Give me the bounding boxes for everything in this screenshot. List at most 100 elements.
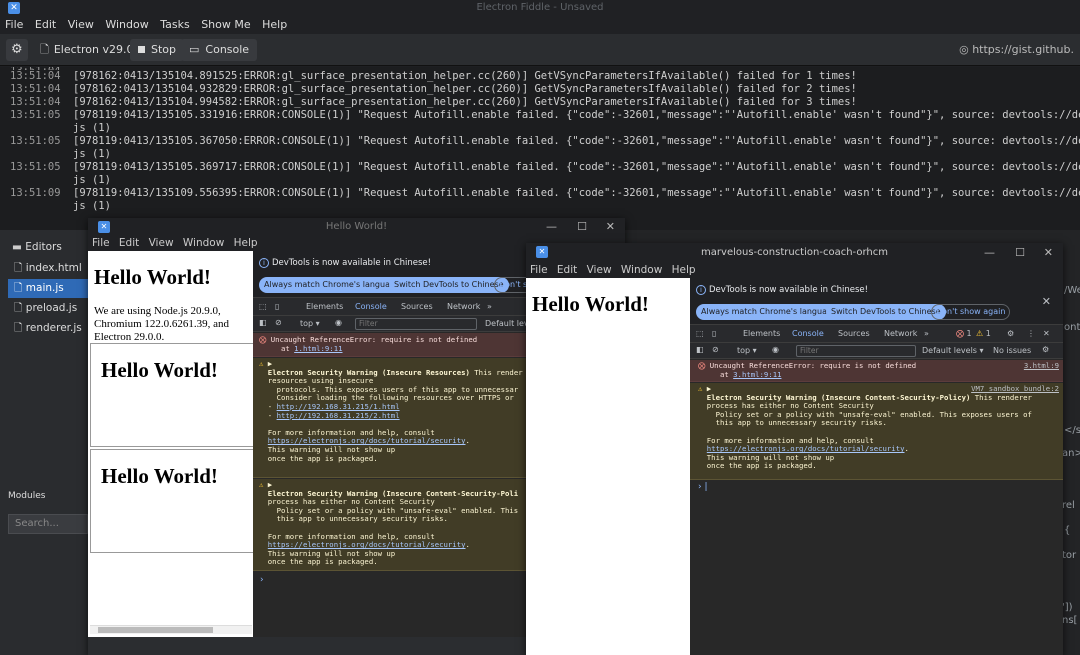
context-label: top	[300, 319, 314, 328]
module-search-input[interactable]: Search...	[8, 514, 88, 534]
always-match-button[interactable]: Always match Chrome's language	[696, 304, 842, 320]
dont-show-button[interactable]: Don't show again	[931, 304, 1011, 320]
console-prompt[interactable]: ›	[260, 575, 264, 585]
minimize-icon[interactable]: —	[984, 243, 995, 263]
menu-view[interactable]: View	[587, 264, 612, 276]
menu-help[interactable]: Help	[672, 264, 696, 276]
devtools-info: i DevTools is now available in Chinese!	[696, 285, 868, 295]
maximize-icon[interactable]: ☐	[577, 218, 587, 236]
orhcm-window: ✕ marvelous-construction-coach-orhcm — ☐…	[526, 243, 1063, 655]
device-toolbar-icon[interactable]: ▯	[712, 325, 716, 343]
sidebar-toggle-icon[interactable]: ◧	[696, 345, 704, 354]
tab-sources[interactable]: Sources	[838, 325, 870, 343]
switch-chinese-button[interactable]: Switch DevTools to Chinese	[826, 304, 946, 320]
more-tabs-icon[interactable]: »	[924, 325, 929, 343]
error-source-link[interactable]: 3.html:9:11	[733, 370, 781, 379]
warning-count-badge[interactable]: ⚠ 1	[976, 325, 991, 343]
error-source[interactable]: 3.html:9	[1024, 361, 1059, 371]
menu-window[interactable]: Window	[183, 237, 224, 249]
tab-sources[interactable]: Sources	[401, 298, 433, 316]
maximize-icon[interactable]: ☐	[1015, 243, 1025, 263]
sidebar-item-renderer-js[interactable]: 🗋 renderer.js	[8, 319, 88, 338]
context-selector[interactable]: top ▾	[737, 346, 757, 355]
gist-url-display[interactable]: ◎ https://gist.github.	[959, 40, 1074, 60]
menu-window[interactable]: Window	[621, 264, 662, 276]
log-text: [978162:0413/135104.932829:ERROR:gl_surf…	[73, 83, 857, 95]
output-console[interactable]: 13:51:04 13:51:04 [978162:0413/135104.891…	[0, 67, 1080, 230]
minimize-icon[interactable]: —	[546, 218, 557, 236]
kebab-menu-icon[interactable]: ⋮	[1027, 325, 1035, 343]
file-icon: 🗋	[40, 43, 49, 56]
error-count-badge[interactable]: ⨂ 1	[956, 325, 972, 343]
error-source-link[interactable]: 1.html:9:11	[294, 344, 342, 353]
log-row: 13:51:04 [978162:0413/135104.891525:ERROR…	[0, 70, 1080, 83]
error-icon: ⨂	[956, 329, 964, 338]
clear-console-icon[interactable]: ⊘	[712, 345, 719, 354]
settings-button[interactable]: ⚙	[6, 39, 28, 61]
menu-edit[interactable]: Edit	[35, 18, 56, 31]
info-icon: i	[696, 285, 706, 295]
menu-help[interactable]: Help	[234, 237, 258, 249]
console-label: Console	[205, 43, 250, 56]
close-devtools-icon[interactable]: ✕	[1043, 325, 1050, 343]
search-placeholder: Search...	[15, 518, 59, 529]
settings-gear-icon[interactable]: ⚙	[1007, 325, 1014, 343]
log-levels-dropdown[interactable]: Default levels ▾	[922, 346, 984, 355]
device-toolbar-icon[interactable]: ▯	[275, 298, 279, 316]
close-icon[interactable]: ✕	[1044, 243, 1053, 263]
clear-console-icon[interactable]: ⊘	[275, 318, 282, 327]
sidebar-item-index-html[interactable]: 🗋 index.html	[8, 259, 88, 278]
eye-icon[interactable]: ◉	[772, 345, 779, 354]
menu-file[interactable]: File	[5, 18, 23, 31]
editor-fragment: '])	[1062, 602, 1073, 613]
switch-chinese-button[interactable]: Switch DevTools to Chinese	[389, 277, 509, 293]
menu-edit[interactable]: Edit	[557, 264, 577, 276]
menu-view[interactable]: View	[68, 18, 94, 31]
stop-button[interactable]: Stop	[130, 39, 185, 61]
tab-elements[interactable]: Elements	[743, 325, 780, 343]
close-icon[interactable]: ✕	[606, 218, 615, 236]
close-banner-icon[interactable]: ✕	[1042, 295, 1051, 308]
eye-icon[interactable]: ◉	[335, 318, 342, 327]
tab-console[interactable]: Console	[355, 298, 387, 318]
inspect-icon[interactable]: ⬚	[259, 298, 267, 316]
more-tabs-icon[interactable]: »	[487, 298, 492, 316]
menu-window[interactable]: Window	[105, 18, 148, 31]
sidebar-item-preload-js[interactable]: 🗋 preload.js	[8, 299, 88, 318]
page-heading: Hello World!	[94, 265, 211, 289]
horizontal-scrollbar[interactable]	[90, 625, 252, 634]
log-timestamp: 13:51:09	[10, 187, 61, 199]
menu-file[interactable]: File	[530, 264, 548, 276]
editor-fragment: </s	[1064, 425, 1080, 436]
menu-help[interactable]: Help	[262, 18, 287, 31]
sidebar-toggle-icon[interactable]: ◧	[259, 318, 267, 327]
menu-tasks[interactable]: Tasks	[160, 18, 189, 31]
menu-show-me[interactable]: Show Me	[201, 18, 250, 31]
inspect-icon[interactable]: ⬚	[696, 325, 704, 343]
tab-network[interactable]: Network	[447, 298, 480, 316]
menu-view[interactable]: View	[149, 237, 174, 249]
issues-button[interactable]: No issues	[993, 346, 1031, 355]
warning-icon: ⚠	[976, 329, 984, 338]
console-toggle-button[interactable]: ▭ Console	[181, 39, 258, 61]
info-text: DevTools is now available in Chinese!	[272, 258, 432, 268]
context-selector[interactable]: top ▾	[300, 319, 320, 328]
console-filter-input[interactable]: Filter	[796, 345, 916, 357]
menu-edit[interactable]: Edit	[119, 237, 139, 249]
console-prompt[interactable]: › |	[698, 482, 708, 492]
sidebar-item-main-js[interactable]: 🗋 main.js	[8, 279, 88, 298]
console-filter-input[interactable]: Filter	[355, 318, 477, 330]
menu-file[interactable]: File	[92, 237, 110, 249]
file-label: renderer.js	[25, 322, 82, 334]
console-settings-icon[interactable]: ⚙	[1042, 345, 1049, 354]
tab-network[interactable]: Network	[884, 325, 917, 343]
warning-icon: ⚠	[698, 384, 703, 393]
tab-console[interactable]: Console	[792, 325, 824, 345]
scrollbar-thumb[interactable]	[98, 627, 213, 633]
warning-source-link[interactable]: VM7 sandbox_bundle:2	[971, 384, 1059, 394]
always-match-button[interactable]: Always match Chrome's language	[259, 277, 405, 293]
tab-elements[interactable]: Elements	[306, 298, 343, 316]
warning-icon: ⚠	[259, 480, 264, 489]
editor-fragment: {	[1064, 525, 1071, 536]
folder-icon: ▬	[12, 241, 22, 253]
